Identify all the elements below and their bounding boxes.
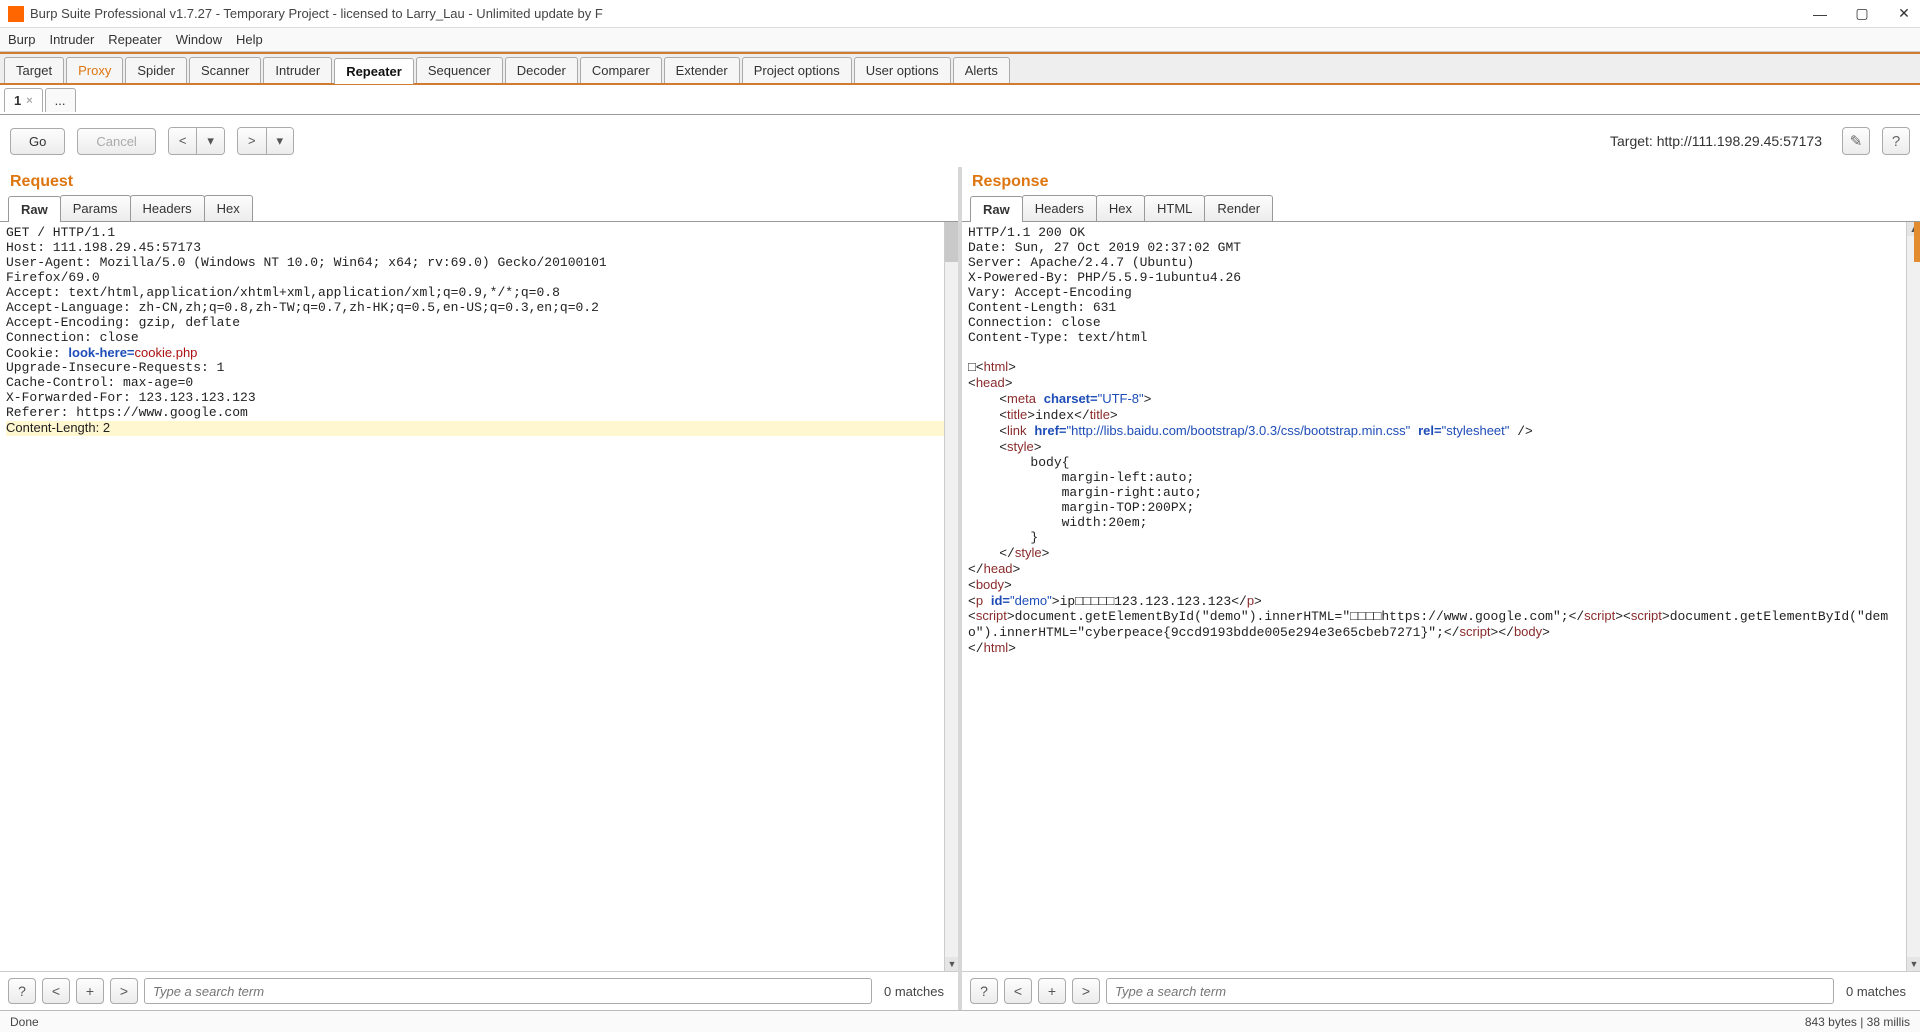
tab-project-options[interactable]: Project options (742, 57, 852, 83)
scroll-indicator (1914, 222, 1920, 262)
tab-extender[interactable]: Extender (664, 57, 740, 83)
action-row: Go Cancel < ▾ > ▾ Target: http://111.198… (0, 115, 1920, 167)
menu-repeater[interactable]: Repeater (108, 32, 161, 47)
history-back-group: < ▾ (168, 127, 225, 155)
request-tab-raw[interactable]: Raw (8, 196, 61, 222)
response-matches: 0 matches (1840, 984, 1912, 999)
target-label: Target: http://111.198.29.45:57173 (1610, 133, 1822, 149)
status-bar: Done 843 bytes | 38 millis (0, 1010, 1920, 1032)
search-next-button[interactable]: > (110, 978, 138, 1004)
menu-window[interactable]: Window (176, 32, 222, 47)
request-tab-params[interactable]: Params (60, 195, 131, 221)
scroll-down-icon[interactable]: ▼ (1907, 957, 1920, 971)
repeater-tab-new[interactable]: ... (45, 88, 76, 112)
menu-burp[interactable]: Burp (8, 32, 35, 47)
response-tab-html[interactable]: HTML (1144, 195, 1205, 221)
tab-spider[interactable]: Spider (125, 57, 187, 83)
response-tab-headers[interactable]: Headers (1022, 195, 1097, 221)
status-left: Done (10, 1015, 39, 1029)
repeater-tab-new-label: ... (55, 93, 66, 108)
tab-sequencer[interactable]: Sequencer (416, 57, 503, 83)
edit-target-button[interactable]: ✎ (1842, 127, 1870, 155)
title-bar: Burp Suite Professional v1.7.27 - Tempor… (0, 0, 1920, 28)
history-back-button[interactable]: < (169, 128, 198, 154)
tab-scanner[interactable]: Scanner (189, 57, 261, 83)
response-tab-hex[interactable]: Hex (1096, 195, 1145, 221)
window-buttons: — ▢ ✕ (1812, 6, 1912, 22)
minimize-icon[interactable]: — (1812, 6, 1828, 22)
go-button[interactable]: Go (10, 128, 65, 155)
search-prev-button[interactable]: < (42, 978, 70, 1004)
main-tabs: Target Proxy Spider Scanner Intruder Rep… (4, 57, 1916, 83)
history-forward-group: > ▾ (237, 127, 294, 155)
history-forward-dropdown[interactable]: ▾ (267, 128, 294, 154)
repeater-sub-tabs-wrap: 1 × ... (0, 85, 1920, 115)
request-editor[interactable]: GET / HTTP/1.1 Host: 111.198.29.45:57173… (0, 222, 958, 971)
request-search-input[interactable] (144, 978, 872, 1004)
status-right: 843 bytes | 38 millis (1805, 1015, 1910, 1029)
app-icon (8, 6, 24, 22)
tab-target[interactable]: Target (4, 57, 64, 83)
response-search-row: ? < + > 0 matches (962, 971, 1920, 1010)
request-pane: Request Raw Params Headers Hex GET / HTT… (0, 167, 958, 1010)
repeater-tab-1[interactable]: 1 × (4, 88, 43, 112)
help-button[interactable]: ? (1882, 127, 1910, 155)
menu-help[interactable]: Help (236, 32, 263, 47)
tab-user-options[interactable]: User options (854, 57, 951, 83)
search-options-button[interactable]: ? (8, 978, 36, 1004)
search-options-button[interactable]: ? (970, 978, 998, 1004)
response-search-input[interactable] (1106, 978, 1834, 1004)
scrollbar[interactable]: ▲ ▼ (1906, 222, 1920, 971)
response-tab-render[interactable]: Render (1204, 195, 1273, 221)
response-viewer[interactable]: HTTP/1.1 200 OK Date: Sun, 27 Oct 2019 0… (962, 222, 1920, 971)
tab-repeater[interactable]: Repeater (334, 58, 414, 84)
tab-proxy[interactable]: Proxy (66, 57, 123, 83)
tab-alerts[interactable]: Alerts (953, 57, 1010, 83)
search-next-button[interactable]: > (1072, 978, 1100, 1004)
search-prev-button[interactable]: < (1004, 978, 1032, 1004)
panes: Request Raw Params Headers Hex GET / HTT… (0, 167, 1920, 1010)
tab-intruder[interactable]: Intruder (263, 57, 332, 83)
close-icon[interactable]: ✕ (1896, 6, 1912, 22)
menu-bar: Burp Intruder Repeater Window Help (0, 28, 1920, 52)
request-tabs: Raw Params Headers Hex (0, 195, 958, 222)
history-back-dropdown[interactable]: ▾ (197, 128, 224, 154)
maximize-icon[interactable]: ▢ (1854, 6, 1870, 22)
close-icon[interactable]: × (26, 95, 32, 107)
tab-decoder[interactable]: Decoder (505, 57, 578, 83)
scrollbar[interactable]: ▲ ▼ (944, 222, 958, 971)
response-title: Response (962, 167, 1920, 195)
response-pane: Response Raw Headers Hex HTML Render HTT… (958, 167, 1920, 1010)
search-add-button[interactable]: + (1038, 978, 1066, 1004)
request-tab-hex[interactable]: Hex (204, 195, 253, 221)
request-tab-headers[interactable]: Headers (130, 195, 205, 221)
scroll-down-icon[interactable]: ▼ (945, 957, 958, 971)
response-tab-raw[interactable]: Raw (970, 196, 1023, 222)
cancel-button[interactable]: Cancel (77, 128, 155, 155)
history-forward-button[interactable]: > (238, 128, 267, 154)
search-add-button[interactable]: + (76, 978, 104, 1004)
main-tabs-wrap: Target Proxy Spider Scanner Intruder Rep… (0, 52, 1920, 85)
request-matches: 0 matches (878, 984, 950, 999)
tab-comparer[interactable]: Comparer (580, 57, 662, 83)
menu-intruder[interactable]: Intruder (49, 32, 94, 47)
request-search-row: ? < + > 0 matches (0, 971, 958, 1010)
request-title: Request (0, 167, 958, 195)
repeater-tab-1-label: 1 (14, 93, 21, 108)
response-tabs: Raw Headers Hex HTML Render (962, 195, 1920, 222)
window-title: Burp Suite Professional v1.7.27 - Tempor… (30, 6, 1812, 21)
